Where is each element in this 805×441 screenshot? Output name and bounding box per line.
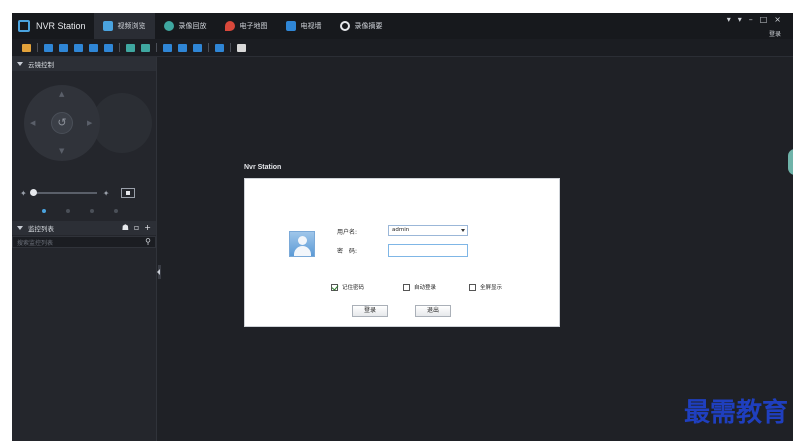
- sidebar-collapse-handle[interactable]: [157, 265, 161, 279]
- arrow-down-icon[interactable]: ▼: [59, 147, 64, 155]
- layout-custom-icon[interactable]: [104, 43, 113, 52]
- avatar-head: [298, 236, 307, 245]
- monitor-list-actions: ☗ ▫ +: [122, 223, 151, 232]
- ptz-speed-slider[interactable]: [29, 189, 97, 196]
- lock-icon[interactable]: [22, 43, 31, 52]
- login-button[interactable]: 登录: [352, 305, 388, 317]
- aspect-wide-icon[interactable]: [163, 43, 172, 52]
- ptz-speed-panel: ✦ ✦: [12, 181, 156, 221]
- layout-4-icon[interactable]: [59, 43, 68, 52]
- page-dot[interactable]: [66, 209, 70, 213]
- user-group-icon[interactable]: ☗: [122, 223, 129, 232]
- toolbar-divider: [208, 43, 209, 52]
- monitor-search-input[interactable]: 搜索监控列表 ⚲: [12, 236, 156, 248]
- collapse-triangle-icon: [17, 226, 23, 230]
- tab-video-browse[interactable]: 视频浏览: [93, 13, 155, 39]
- chevron-left-icon: [157, 269, 160, 275]
- zoom-ring[interactable]: [92, 93, 152, 153]
- page-dot[interactable]: [114, 209, 118, 213]
- ptz-speed-row: ✦ ✦: [20, 187, 150, 199]
- slow-walk-icon: ✦: [20, 188, 27, 198]
- login-dialog: 用户名: admin 密 码: 记住密码 自动登录 全屏显示 登录 退出: [244, 178, 560, 327]
- sidebar: 云镜控制 ▲ ▼ ◀ ▶ ↺ ✦ ✦ 监控列表 ☗ ▫ + 搜索监控列表 ⚲: [12, 57, 157, 441]
- page-dot[interactable]: [90, 209, 94, 213]
- monitor-list-header[interactable]: 监控列表 ☗ ▫ +: [12, 221, 156, 235]
- layout-16-icon[interactable]: [89, 43, 98, 52]
- playback-icon: [163, 21, 174, 31]
- search-icon: [339, 21, 350, 31]
- username-label: 用户名:: [337, 229, 358, 236]
- layout-toolbar: [12, 39, 793, 57]
- map-pin-icon: [224, 21, 235, 31]
- window-controls: ▾ ▾ – □ ×: [727, 15, 781, 24]
- layout-9-icon[interactable]: [74, 43, 83, 52]
- title-bar: NVR Station 视频浏览 录像回放 电子地图 电视墙 录像摘要 ▾ ▾ …: [12, 13, 793, 39]
- monitor-icon: [102, 21, 113, 31]
- tab-record-summary[interactable]: 录像摘要: [331, 13, 392, 39]
- password-input[interactable]: [388, 244, 468, 257]
- minimize-button[interactable]: –: [749, 15, 753, 24]
- username-select[interactable]: admin: [388, 225, 468, 236]
- password-label: 密 码:: [337, 248, 358, 255]
- close-all-icon[interactable]: [237, 43, 246, 52]
- slider-knob[interactable]: [29, 189, 37, 196]
- side-panel-toggle[interactable]: [788, 149, 793, 175]
- fit-window-icon[interactable]: [126, 43, 135, 52]
- arrow-left-icon[interactable]: ◀: [30, 119, 35, 127]
- nvr-logo-icon: [18, 20, 30, 32]
- watermark-text: 最需教育: [684, 398, 789, 428]
- app-title: NVR Station: [36, 21, 86, 31]
- user-avatar-icon: [289, 231, 315, 257]
- fullscreen-icon[interactable]: [141, 43, 150, 52]
- toolbar-divider: [230, 43, 231, 52]
- ptz-reset-icon[interactable]: ↺: [51, 112, 73, 134]
- arrow-right-icon[interactable]: ▶: [87, 119, 92, 127]
- record-button[interactable]: [121, 188, 136, 198]
- toolbar-divider: [119, 43, 120, 52]
- skin-dropdown-icon[interactable]: ▾: [738, 15, 742, 24]
- tab-playback[interactable]: 录像回放: [155, 13, 216, 39]
- snapshot-icon[interactable]: [215, 43, 224, 52]
- add-device-icon[interactable]: ▫: [134, 223, 139, 232]
- login-link[interactable]: 登录: [769, 29, 781, 38]
- tab-emap[interactable]: 电子地图: [216, 13, 277, 39]
- chevron-down-icon[interactable]: [461, 229, 465, 232]
- page-dots: [42, 209, 118, 213]
- add-icon[interactable]: +: [144, 223, 151, 232]
- fast-run-icon: ✦: [102, 188, 110, 198]
- login-dialog-title: Nvr Station: [244, 164, 282, 171]
- toolbar-divider: [156, 43, 157, 52]
- tv-wall-icon: [285, 21, 296, 31]
- menu-dropdown-icon[interactable]: ▾: [727, 15, 731, 24]
- checkbox-checked-icon[interactable]: [331, 283, 338, 291]
- layout-1-icon[interactable]: [44, 43, 53, 52]
- aspect-full-icon[interactable]: [178, 43, 187, 52]
- close-button[interactable]: ×: [774, 15, 781, 24]
- exit-button[interactable]: 退出: [415, 305, 451, 317]
- search-icon[interactable]: ⚲: [145, 237, 151, 246]
- maximize-button[interactable]: □: [760, 15, 768, 24]
- ptz-direction-pad[interactable]: ▲ ▼ ◀ ▶ ↺: [24, 85, 100, 161]
- aspect-original-icon[interactable]: [193, 43, 202, 52]
- avatar-body: [294, 246, 311, 256]
- toolbar-divider: [37, 43, 38, 52]
- tab-tv-wall[interactable]: 电视墙: [277, 13, 331, 39]
- collapse-triangle-icon: [17, 62, 23, 66]
- record-square-icon: [126, 191, 131, 195]
- auto-login-checkbox[interactable]: 自动登录: [403, 283, 436, 291]
- ptz-header[interactable]: 云镜控制: [12, 57, 156, 71]
- remember-password-checkbox[interactable]: 记住密码: [331, 283, 364, 291]
- app-logo: NVR Station: [12, 13, 94, 39]
- checkbox-icon[interactable]: [469, 283, 476, 291]
- arrow-up-icon[interactable]: ▲: [59, 90, 64, 98]
- checkbox-icon[interactable]: [403, 283, 410, 291]
- page-dot[interactable]: [42, 209, 46, 213]
- ptz-control-panel: ▲ ▼ ◀ ▶ ↺: [12, 71, 156, 181]
- fullscreen-checkbox[interactable]: 全屏显示: [469, 283, 502, 291]
